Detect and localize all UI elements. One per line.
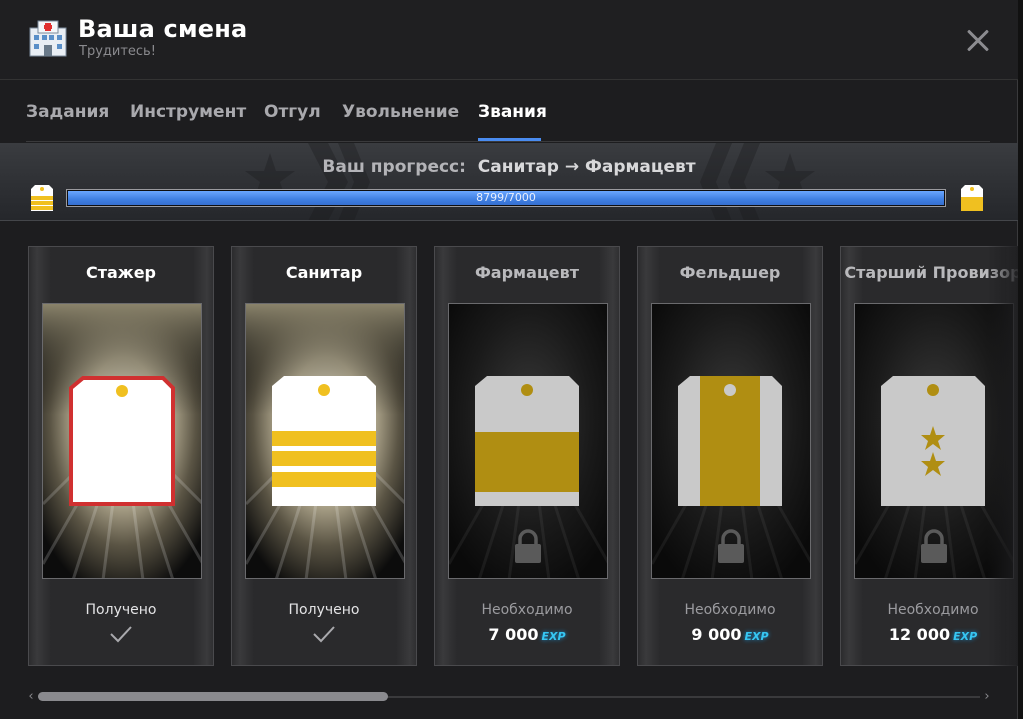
rank-art xyxy=(42,303,202,579)
progress-to-rank: Фармацевт xyxy=(584,157,696,177)
scrollbar-thumb[interactable] xyxy=(38,692,388,701)
epaulette-icon xyxy=(449,304,607,578)
check-icon xyxy=(313,626,335,643)
exp-badge: EXP xyxy=(541,630,566,643)
progress-panel: Ваш прогресс: Санитар → Фармацевт 8799/7… xyxy=(0,143,1018,221)
tab-dismissal[interactable]: Увольнение xyxy=(342,102,459,122)
check-icon xyxy=(110,626,132,643)
close-icon[interactable] xyxy=(962,24,994,56)
window-header: Ваша смена Трудитесь! xyxy=(0,0,1018,80)
star-decoration-icon xyxy=(700,143,815,220)
rank-status: Необходимо xyxy=(887,602,979,618)
horizontal-scrollbar[interactable]: ‹ › xyxy=(24,688,994,706)
rank-card[interactable]: Старший Провизор Необходимо 12 000 EXP xyxy=(840,246,1018,666)
tab-ranks[interactable]: Звания xyxy=(478,102,547,122)
scroll-right-icon[interactable]: › xyxy=(980,690,994,704)
epaulette-icon xyxy=(246,304,404,578)
rank-list: Стажер Получено Санитар Получено Фармаце… xyxy=(28,246,1018,666)
rank-art xyxy=(448,303,608,579)
exp-badge: EXP xyxy=(953,630,978,643)
rank-art xyxy=(245,303,405,579)
rank-status: Необходимо xyxy=(481,602,573,618)
requirement-value: 9 000 xyxy=(691,625,742,644)
rank-requirement: 7 000 EXP xyxy=(435,625,619,644)
rank-name: Стажер xyxy=(85,263,157,282)
progress-prefix: Ваш прогресс: xyxy=(322,157,466,177)
rank-window: Ваша смена Трудитесь! Задания Инструмент… xyxy=(0,0,1018,719)
rank-status: Получено xyxy=(85,602,157,618)
tab-bar: Задания Инструмент Отгул Увольнение Зван… xyxy=(26,92,990,142)
rank-art xyxy=(651,303,811,579)
rank-name: Фармацевт xyxy=(474,263,580,282)
window-edge xyxy=(1018,0,1023,719)
rank-status: Получено xyxy=(288,602,360,618)
active-tab-indicator xyxy=(478,138,541,141)
current-rank-mini-icon xyxy=(31,185,53,211)
rank-card[interactable]: Стажер Получено xyxy=(28,246,214,666)
star-decoration-icon xyxy=(245,143,370,220)
tab-tasks[interactable]: Задания xyxy=(26,102,109,122)
arrow-right-icon: → xyxy=(564,157,580,177)
progress-label: Ваш прогресс: Санитар → Фармацевт xyxy=(0,157,1018,177)
rank-card[interactable]: Фельдшер Необходимо 9 000 EXP xyxy=(637,246,823,666)
rank-card[interactable]: Санитар Получено xyxy=(231,246,417,666)
tab-tools[interactable]: Инструмент xyxy=(130,102,246,122)
tab-day-off[interactable]: Отгул xyxy=(264,102,321,122)
rank-name: Старший Провизор xyxy=(844,263,1018,282)
scroll-left-icon[interactable]: ‹ xyxy=(24,690,38,704)
requirement-value: 7 000 xyxy=(488,625,539,644)
exp-badge: EXP xyxy=(744,630,769,643)
epaulette-icon xyxy=(43,304,201,578)
progress-from-rank: Санитар xyxy=(477,157,559,177)
rank-name: Фельдшер xyxy=(679,263,781,282)
hospital-icon xyxy=(29,20,67,57)
window-title: Ваша смена xyxy=(78,15,248,43)
window-subtitle: Трудитесь! xyxy=(79,44,156,59)
rank-card[interactable]: Фармацевт Необходимо 7 000 EXP xyxy=(434,246,620,666)
requirement-value: 12 000 xyxy=(888,625,951,644)
epaulette-icon xyxy=(652,304,810,578)
epaulette-icon xyxy=(855,304,1013,578)
rank-status: Необходимо xyxy=(684,602,776,618)
progress-bar: 8799/7000 xyxy=(66,189,946,207)
rank-art xyxy=(854,303,1014,579)
rank-name: Санитар xyxy=(285,263,363,282)
rank-requirement: 9 000 EXP xyxy=(638,625,822,644)
progress-value: 8799/7000 xyxy=(476,191,536,204)
rank-requirement: 12 000 EXP xyxy=(841,625,1018,644)
next-rank-mini-icon xyxy=(961,185,983,211)
